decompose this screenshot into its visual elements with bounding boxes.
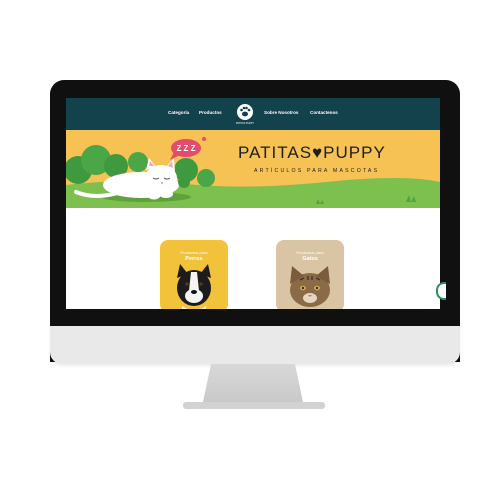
monitor-chin: [50, 326, 460, 364]
card-perros[interactable]: Productos para Perros: [160, 240, 228, 309]
top-navigation-bar: Categoría Productos PATITAS PUPPY Sobre …: [66, 98, 440, 130]
hero-illustration: Z Z Z: [66, 137, 440, 208]
paw-logo-icon[interactable]: PATITAS PUPPY: [235, 102, 255, 126]
nav-item-categoria[interactable]: Categoría: [168, 110, 189, 115]
nav-item-sobre-nosotros[interactable]: Sobre Nosotros: [264, 110, 298, 115]
website-screen: Categoría Productos PATITAS PUPPY Sobre …: [66, 98, 440, 309]
nav-item-contactenos[interactable]: Contactenos: [310, 110, 338, 115]
card-gatos[interactable]: Productos para Gatos: [276, 240, 344, 309]
hero-subtitle: ARTÍCULOS PARA MASCOTAS: [254, 168, 380, 174]
scroll-to-top-button[interactable]: [436, 282, 446, 300]
hero-banner: Z Z Z PATITAS♥PUPPY ARTÍCULOS PARA MASCO…: [66, 130, 440, 208]
monitor-stand: [203, 364, 303, 402]
hero-title: PATITAS♥PUPPY: [238, 143, 386, 162]
cat-photo-icon: [290, 266, 330, 307]
dog-photo-icon: [177, 264, 211, 309]
nav-item-productos[interactable]: Productos: [199, 110, 222, 115]
logo-text: PATITAS PUPPY: [236, 122, 255, 125]
sleep-bubble-text: Z Z Z: [176, 144, 195, 153]
monitor-base: [183, 402, 325, 409]
